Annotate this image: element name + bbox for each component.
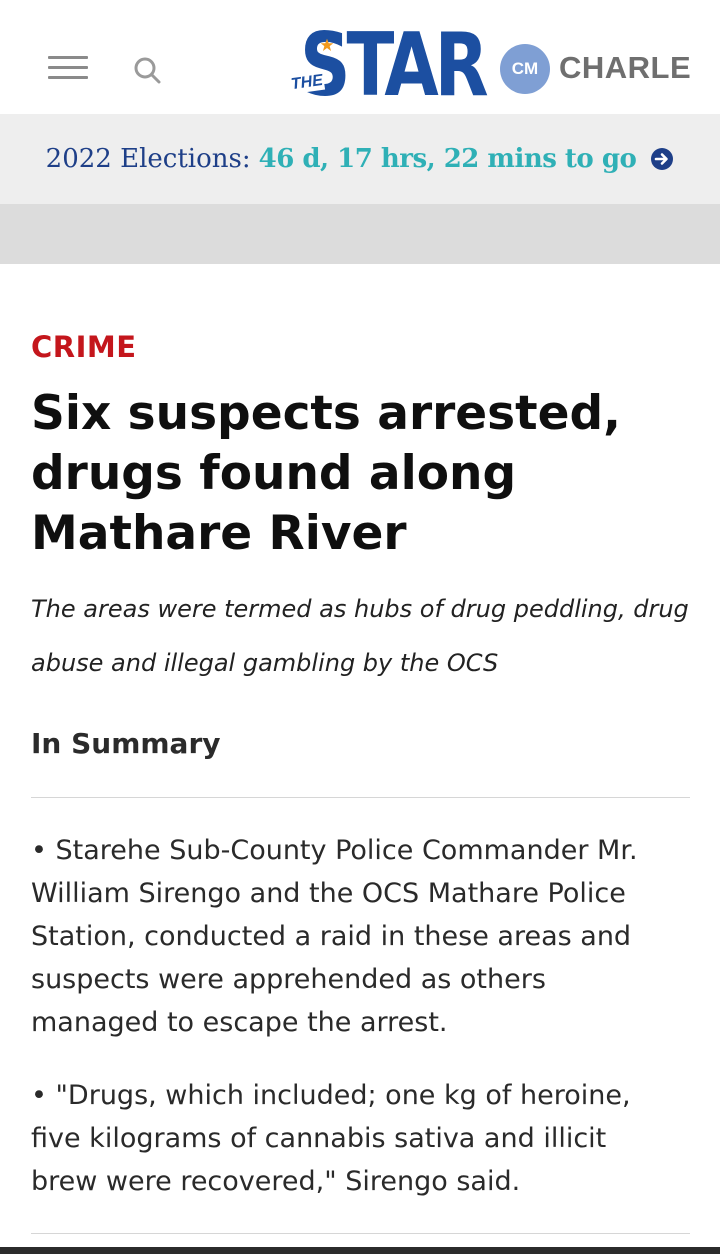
summary-title: In Summary xyxy=(31,727,221,760)
elections-label: 2022 Elections: xyxy=(45,144,251,174)
user-name[interactable]: CHARLE xyxy=(559,50,691,86)
arrow-circle-right-icon[interactable] xyxy=(650,147,674,171)
summary-point: • Starehe Sub-County Police Commander Mr… xyxy=(31,835,638,1038)
article-standfirst: The areas were termed as hubs of drug pe… xyxy=(31,595,689,677)
hamburger-menu-icon[interactable] xyxy=(48,56,88,82)
divider xyxy=(31,1233,690,1234)
search-icon[interactable] xyxy=(132,55,162,85)
site-header: STAR THE CM CHARLE xyxy=(0,0,720,114)
ad-banner-placeholder xyxy=(0,204,720,264)
the-star-logo[interactable]: STAR THE xyxy=(288,22,489,110)
avatar[interactable]: CM xyxy=(500,44,550,94)
summary-point: • "Drugs, which included; one kg of hero… xyxy=(31,1080,631,1197)
elections-countdown-banner[interactable]: 2022 Elections: 46 d, 17 hrs, 22 mins to… xyxy=(0,114,720,204)
article-headline: Six suspects arrested, drugs found along… xyxy=(31,386,622,561)
elections-countdown: 46 d, 17 hrs, 22 mins to go xyxy=(258,144,637,174)
logo-text: STAR xyxy=(300,15,489,117)
logo-star-icon xyxy=(320,38,334,51)
divider xyxy=(31,797,690,798)
article-category[interactable]: CRIME xyxy=(31,330,137,364)
bottom-bar xyxy=(0,1247,720,1254)
